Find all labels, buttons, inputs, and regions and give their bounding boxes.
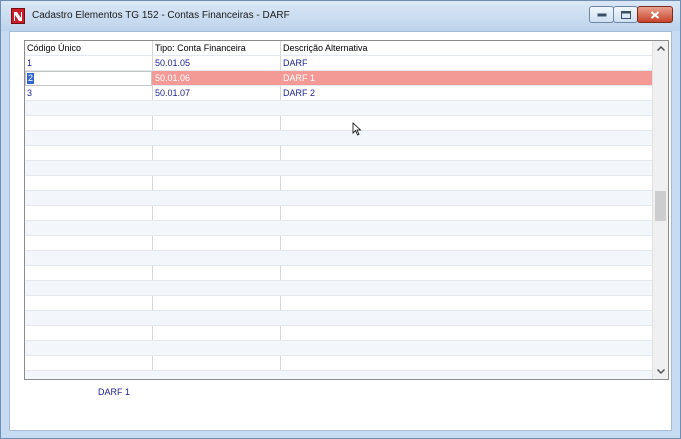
mouse-pointer-icon [352,122,362,136]
grid-body: Código Único Tipo: Conta Financeira Desc… [25,41,652,379]
cell-tipo[interactable]: 50.01.06 [153,71,280,86]
empty-row[interactable] [25,131,652,146]
codigo-edit-field[interactable]: 2 [25,71,152,86]
scrollbar-thumb[interactable] [655,191,666,221]
empty-row[interactable] [25,296,652,311]
header-codigo-unico[interactable]: Código Único [25,41,152,56]
grid-header-row: Código Único Tipo: Conta Financeira Desc… [25,41,652,56]
minimize-button[interactable] [589,6,614,23]
empty-row[interactable] [25,101,652,116]
app-logo-icon [11,8,25,24]
table-row[interactable]: 1 50.01.05 DARF [25,56,652,71]
empty-row[interactable] [25,221,652,236]
maximize-button[interactable] [613,6,638,23]
cell-descricao[interactable]: DARF 1 [281,71,652,86]
window-title: Cadastro Elementos TG 152 - Contas Finan… [32,10,290,21]
empty-row[interactable] [25,191,652,206]
scroll-down-button[interactable] [653,363,668,379]
main-window: Cadastro Elementos TG 152 - Contas Finan… [0,0,681,439]
empty-row[interactable] [25,116,652,131]
window-controls [589,6,673,25]
cell-codigo[interactable]: 3 [25,86,152,101]
chevron-down-icon [656,368,666,375]
title-bar[interactable]: Cadastro Elementos TG 152 - Contas Finan… [1,1,680,31]
chevron-up-icon [656,45,666,52]
cell-codigo: 2 [27,73,35,84]
header-descricao[interactable]: Descrição Alternativa [281,41,652,56]
empty-row[interactable] [25,236,652,251]
cell-descricao[interactable]: DARF 2 [281,86,652,101]
maximize-icon [620,10,631,19]
empty-row[interactable] [25,311,652,326]
empty-row[interactable] [25,251,652,266]
empty-row[interactable] [25,176,652,191]
cell-tipo[interactable]: 50.01.07 [153,86,280,101]
empty-row[interactable] [25,281,652,296]
empty-row[interactable] [25,326,652,341]
empty-row[interactable] [25,356,652,371]
empty-row[interactable] [25,266,652,281]
close-button[interactable] [637,6,673,23]
header-tipo-conta[interactable]: Tipo: Conta Financeira [153,41,280,56]
accounts-grid[interactable]: Código Único Tipo: Conta Financeira Desc… [24,40,669,380]
empty-row[interactable] [25,161,652,176]
minimize-icon [597,13,606,16]
close-icon [650,10,660,19]
client-area: Código Único Tipo: Conta Financeira Desc… [9,31,672,431]
empty-row[interactable] [25,371,652,379]
empty-row[interactable] [25,206,652,221]
scroll-up-button[interactable] [653,41,668,57]
table-row[interactable]: 3 50.01.07 DARF 2 [25,86,652,101]
vertical-scrollbar[interactable] [652,41,668,379]
cell-descricao[interactable]: DARF [281,56,652,71]
empty-row[interactable] [25,146,652,161]
cell-codigo[interactable]: 1 [25,56,152,71]
table-row-selected[interactable]: 2 50.01.06 DARF 1 [25,71,652,86]
empty-row[interactable] [25,341,652,356]
cell-tipo[interactable]: 50.01.05 [153,56,280,71]
selected-description-label: DARF 1 [98,387,131,397]
